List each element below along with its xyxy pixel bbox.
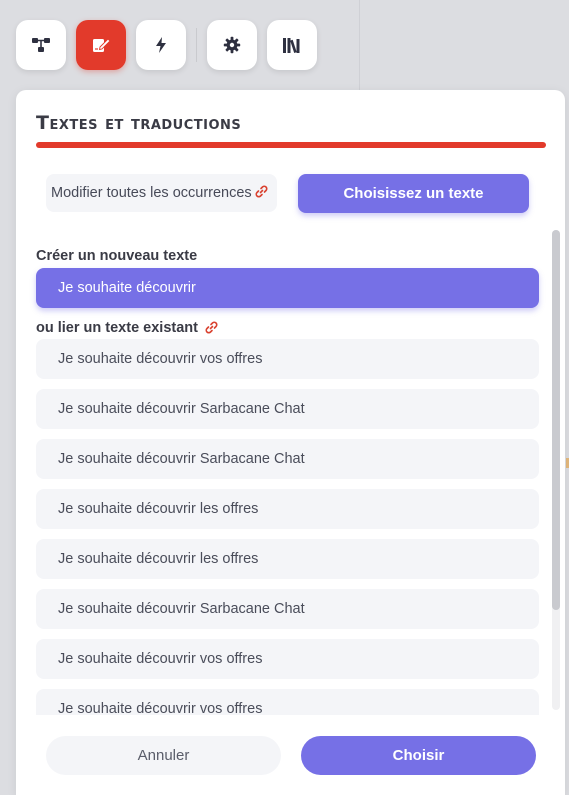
link-icon [255,185,268,202]
existing-text-item[interactable]: Je souhaite découvrir Sarbacane Chat [36,389,539,429]
panel-title: Textes et traductions [36,112,242,134]
existing-text-item[interactable]: Je souhaite découvrir Sarbacane Chat [36,439,539,479]
lightning-icon [155,36,167,54]
link-icon [205,321,218,338]
cancel-button[interactable]: Annuler [46,736,281,775]
choose-text-button[interactable]: Choisissez un texte [298,174,529,213]
toolbar [16,20,327,70]
existing-text-item[interactable]: Je souhaite découvrir vos offres [36,689,539,715]
existing-text-item[interactable]: Je souhaite découvrir vos offres [36,639,539,679]
lightning-button[interactable] [136,20,186,70]
edit-all-occurrences-label: Modifier toutes les occurrences [51,185,252,201]
gear-icon [223,36,241,54]
texts-scroll-area: Créer un nouveau texte ou lier un texte … [16,240,565,715]
edit-all-occurrences-toggle[interactable]: Modifier toutes les occurrences [46,174,277,212]
link-existing-text-label: ou lier un texte existant [36,320,218,338]
hierarchy-button[interactable] [16,20,66,70]
existing-text-item[interactable]: Je souhaite découvrir vos offres [36,339,539,379]
edit-text-icon [91,36,111,54]
edit-text-button[interactable] [76,20,126,70]
existing-text-item[interactable]: Je souhaite découvrir Sarbacane Chat [36,589,539,629]
link-existing-text-label-text: ou lier un texte existant [36,320,198,336]
create-new-text-label: Créer un nouveau texte [36,248,198,264]
settings-button[interactable] [207,20,257,70]
title-underline [36,142,546,148]
existing-text-item[interactable]: Je souhaite découvrir les offres [36,489,539,529]
choose-button[interactable]: Choisir [301,736,536,775]
library-icon [282,36,302,54]
toolbar-separator [196,28,197,62]
hierarchy-icon [31,37,51,53]
library-button[interactable] [267,20,317,70]
texts-panel: Textes et traductions Modifier toutes le… [16,90,565,795]
new-text-input[interactable] [36,268,539,308]
existing-text-item[interactable]: Je souhaite découvrir les offres [36,539,539,579]
